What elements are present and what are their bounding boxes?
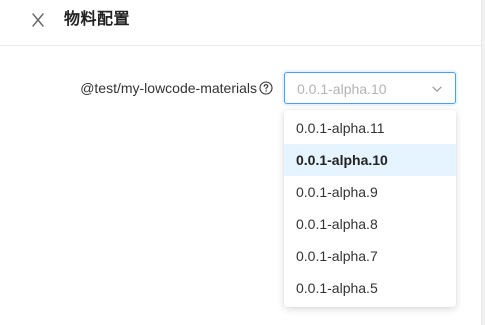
version-select-value: 0.0.1-alpha.10 (297, 81, 387, 97)
dropdown-option[interactable]: 0.0.1-alpha.8 (284, 208, 456, 240)
version-select[interactable]: 0.0.1-alpha.10 (284, 72, 456, 104)
material-config-panel: 物料配置 @test/my-lowcode-materials 0.0.1-al… (0, 0, 485, 325)
material-field-row: @test/my-lowcode-materials 0.0.1-alpha.1… (0, 72, 481, 104)
panel-divider (481, 0, 485, 325)
dropdown-option[interactable]: 0.0.1-alpha.9 (284, 176, 456, 208)
close-icon (32, 13, 44, 27)
chevron-down-icon (431, 83, 443, 95)
page-title: 物料配置 (64, 11, 131, 28)
panel-header: 物料配置 (0, 0, 481, 46)
dropdown-option[interactable]: 0.0.1-alpha.5 (284, 272, 456, 304)
dropdown-option[interactable]: 0.0.1-alpha.7 (284, 240, 456, 272)
field-label-text: @test/my-lowcode-materials (80, 80, 257, 96)
close-button[interactable] (28, 10, 48, 30)
dropdown-option-selected[interactable]: 0.0.1-alpha.10 (284, 144, 456, 176)
question-circle-icon[interactable] (259, 81, 273, 95)
version-dropdown-menu: 0.0.1-alpha.11 0.0.1-alpha.10 0.0.1-alph… (284, 110, 456, 307)
dropdown-option[interactable]: 0.0.1-alpha.11 (284, 112, 456, 144)
field-label: @test/my-lowcode-materials (80, 79, 273, 97)
